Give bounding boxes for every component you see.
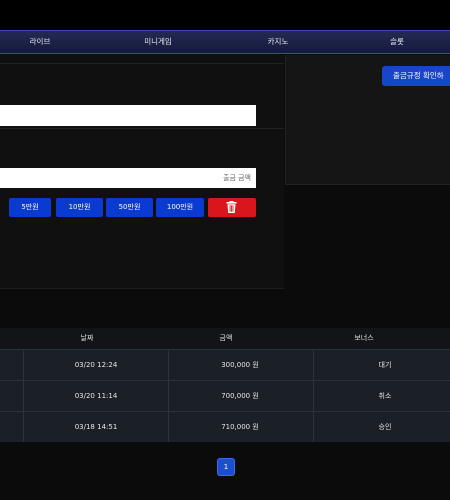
row-date: 03/20 12:24 [74, 361, 118, 369]
row-status: 취소 [378, 392, 392, 400]
amount-field[interactable] [0, 168, 256, 188]
trash-icon [226, 201, 237, 213]
nav-item-live[interactable]: 라이브 [30, 31, 51, 53]
row-amount: 710,000 원 [221, 423, 259, 431]
form-divider [0, 128, 284, 129]
amount-50man-button[interactable]: 50만원 [106, 198, 153, 217]
form-divider [0, 63, 284, 64]
table-row: 03/20 12:24 300,000 원 대기 [0, 349, 450, 380]
withdraw-rules-button[interactable]: 출금규정 확인하 [382, 66, 450, 86]
amount-100man-button[interactable]: 100만원 [156, 198, 204, 217]
row-date: 03/18 14:51 [74, 423, 118, 431]
nav-item-casino[interactable]: 카지노 [268, 31, 289, 53]
row-status: 승인 [378, 423, 392, 431]
form-divider [0, 288, 284, 289]
row-amount: 300,000 원 [221, 361, 259, 369]
main-nav: 라이브 미니게임 카지노 슬롯 [0, 30, 450, 54]
account-field[interactable] [0, 105, 256, 126]
page-button-current[interactable]: 1 [218, 459, 234, 475]
row-amount: 700,000 원 [221, 392, 259, 400]
top-bar [0, 0, 450, 30]
table-header: 날짜 금액 보너스 [0, 328, 450, 349]
row-status: 대기 [378, 361, 392, 369]
withdraw-amount-input[interactable] [0, 168, 256, 188]
header-date: 날짜 [80, 334, 94, 342]
header-amount: 금액 [219, 334, 233, 342]
table-row: 03/18 14:51 710,000 원 승인 [0, 411, 450, 442]
amount-5man-button[interactable]: 5만원 [9, 198, 51, 217]
amount-10man-button[interactable]: 10만원 [56, 198, 103, 217]
clear-amount-button[interactable] [208, 198, 256, 217]
row-date: 03/20 11:14 [74, 392, 118, 400]
nav-item-slot[interactable]: 슬롯 [390, 31, 404, 53]
nav-item-minigame[interactable]: 미니게임 [144, 31, 172, 53]
table-row: 03/20 11:14 700,000 원 취소 [0, 380, 450, 411]
header-bonus: 보너스 [354, 334, 374, 342]
account-input[interactable] [0, 105, 256, 126]
